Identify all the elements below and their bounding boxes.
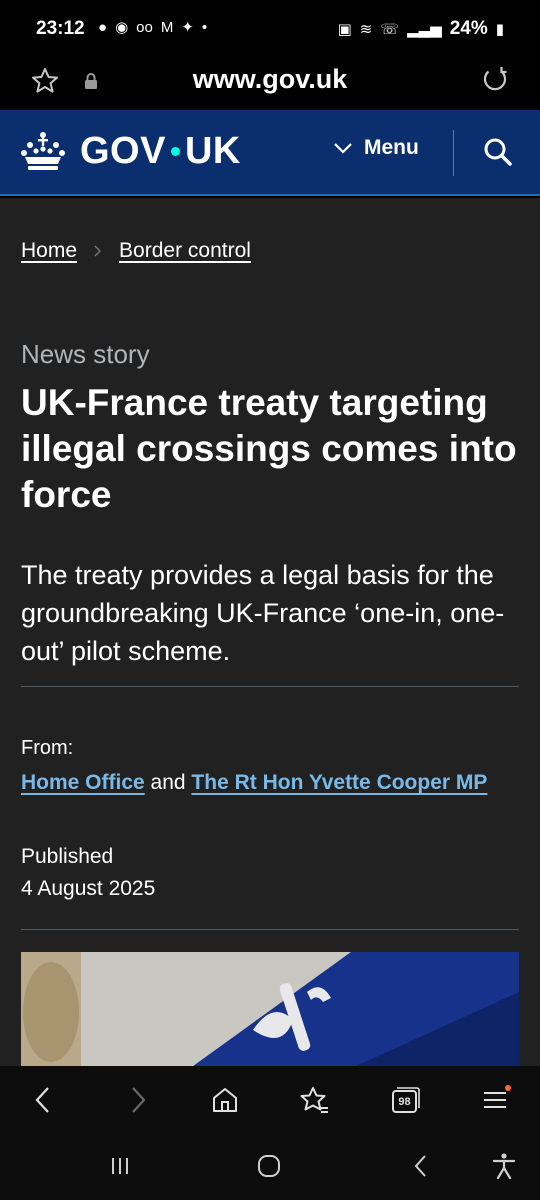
reload-icon[interactable] xyxy=(480,65,510,95)
breadcrumb-border-control[interactable]: Border control xyxy=(119,239,251,263)
battery-icon: ▮ xyxy=(495,21,504,38)
voicemail-icon: oo xyxy=(136,19,153,36)
recent-apps-icon[interactable] xyxy=(105,1152,135,1180)
bluesky-icon: ✦ xyxy=(181,19,194,36)
back-arrow-icon[interactable] xyxy=(28,1084,60,1116)
from-and-text: and xyxy=(144,771,192,794)
link-yvette-cooper[interactable]: The Rt Hon Yvette Cooper MP xyxy=(191,771,487,794)
breadcrumb: Home Border control xyxy=(21,239,251,263)
menu-label: Menu xyxy=(364,136,419,159)
page-title: UK-France treaty targeting illegal cross… xyxy=(21,382,517,515)
messenger-icon: ◉ xyxy=(115,19,129,36)
menu-hamburger-icon[interactable] xyxy=(479,1084,511,1116)
breadcrumb-home[interactable]: Home xyxy=(21,239,77,263)
section-divider xyxy=(21,686,519,687)
address-bar[interactable]: www.gov.uk xyxy=(0,56,540,110)
snapchat-icon: ● xyxy=(98,19,108,36)
chevron-down-icon xyxy=(334,143,352,154)
from-organisations: Home Office and The Rt Hon Yvette Cooper… xyxy=(21,767,521,798)
govuk-header: GOV UK Menu xyxy=(0,110,540,196)
menu-button[interactable]: Menu xyxy=(332,136,419,160)
crown-logo-icon[interactable] xyxy=(20,130,66,172)
gmail-icon: M xyxy=(160,19,174,36)
status-time: 23:12 xyxy=(36,18,85,39)
from-label: From: xyxy=(21,737,74,759)
hero-image-graphic xyxy=(21,952,519,1066)
notification-icons: ● ◉ oo M ✦ • xyxy=(98,18,207,38)
logo-dot-icon xyxy=(170,147,180,156)
lead-paragraph: The treaty provides a legal basis for th… xyxy=(21,560,505,666)
browser-toolbar: 98 xyxy=(0,1066,540,1132)
home-button-icon[interactable] xyxy=(254,1152,284,1180)
logo-text-gov: GOV xyxy=(80,130,166,172)
link-home-office[interactable]: Home Office xyxy=(21,771,145,794)
govuk-logo[interactable]: GOV UK xyxy=(80,130,241,173)
article-hero-image xyxy=(21,952,519,1066)
signal-icon: ▂▃▅ xyxy=(407,21,442,38)
published-date: 4 August 2025 xyxy=(21,877,156,900)
search-icon[interactable] xyxy=(482,136,514,168)
logo-text-uk: UK xyxy=(184,130,241,172)
battery-percent: 24% xyxy=(449,18,488,39)
metadata-divider xyxy=(21,929,519,930)
wifi-call-icon: ☏ xyxy=(380,21,400,38)
system-status-icons: ▣ ≋ ☏ ▂▃▅ 24% ▮ xyxy=(338,18,504,40)
battery-saver-icon: ▣ xyxy=(337,21,352,38)
system-navigation-bar xyxy=(0,1132,540,1200)
published-label: Published xyxy=(21,845,114,868)
bookmarks-icon[interactable] xyxy=(299,1084,331,1116)
tab-count: 98 xyxy=(398,1096,411,1108)
wifi-icon: ≋ xyxy=(359,21,373,38)
more-notifications-dot-icon: • xyxy=(201,19,208,36)
forward-arrow-icon[interactable] xyxy=(121,1084,153,1116)
back-button-icon[interactable] xyxy=(406,1152,436,1180)
header-divider xyxy=(453,130,454,176)
content-type-label: News story xyxy=(21,339,150,369)
breadcrumb-chevron-icon xyxy=(94,245,102,257)
home-icon[interactable] xyxy=(209,1084,241,1116)
url-text[interactable]: www.gov.uk xyxy=(0,64,540,95)
accessibility-icon[interactable] xyxy=(489,1152,519,1180)
main-content: Home Border control News story UK-France… xyxy=(0,198,540,1066)
status-bar: 23:12 ● ◉ oo M ✦ • ▣ ≋ ☏ ▂▃▅ 24% ▮ xyxy=(0,0,540,56)
tabs-button[interactable]: 98 xyxy=(389,1084,421,1116)
